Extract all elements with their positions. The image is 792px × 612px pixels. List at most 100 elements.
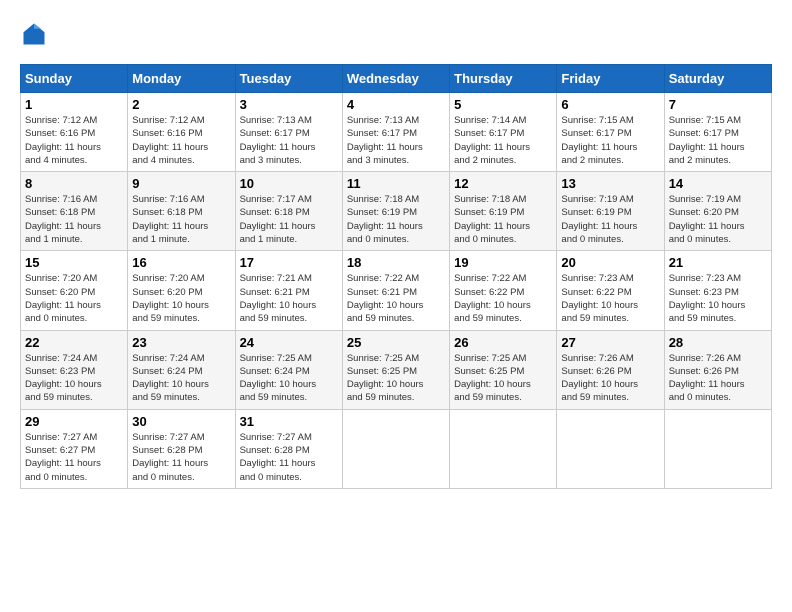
calendar-cell — [450, 409, 557, 488]
day-number: 27 — [561, 335, 659, 350]
day-number: 18 — [347, 255, 445, 270]
day-number: 19 — [454, 255, 552, 270]
calendar-cell: 23 Sunrise: 7:24 AM Sunset: 6:24 PM Dayli… — [128, 330, 235, 409]
calendar-cell — [664, 409, 771, 488]
day-info: Sunrise: 7:26 AM Sunset: 6:26 PM Dayligh… — [561, 352, 659, 405]
col-header-saturday: Saturday — [664, 65, 771, 93]
day-info: Sunrise: 7:13 AM Sunset: 6:17 PM Dayligh… — [347, 114, 445, 167]
day-info: Sunrise: 7:22 AM Sunset: 6:22 PM Dayligh… — [454, 272, 552, 325]
day-info: Sunrise: 7:15 AM Sunset: 6:17 PM Dayligh… — [669, 114, 767, 167]
calendar-cell: 14 Sunrise: 7:19 AM Sunset: 6:20 PM Dayli… — [664, 172, 771, 251]
day-info: Sunrise: 7:25 AM Sunset: 6:25 PM Dayligh… — [347, 352, 445, 405]
day-number: 29 — [25, 414, 123, 429]
col-header-sunday: Sunday — [21, 65, 128, 93]
logo — [20, 20, 52, 48]
day-info: Sunrise: 7:17 AM Sunset: 6:18 PM Dayligh… — [240, 193, 338, 246]
day-info: Sunrise: 7:19 AM Sunset: 6:20 PM Dayligh… — [669, 193, 767, 246]
day-number: 1 — [25, 97, 123, 112]
calendar-header-row: SundayMondayTuesdayWednesdayThursdayFrid… — [21, 65, 772, 93]
day-number: 22 — [25, 335, 123, 350]
day-info: Sunrise: 7:19 AM Sunset: 6:19 PM Dayligh… — [561, 193, 659, 246]
calendar-cell: 13Sunrise: 7:19 AM Sunset: 6:19 PM Dayli… — [557, 172, 664, 251]
page-header — [20, 20, 772, 48]
calendar-cell — [342, 409, 449, 488]
calendar-cell: 29Sunrise: 7:27 AM Sunset: 6:27 PM Dayli… — [21, 409, 128, 488]
calendar-cell: 6 Sunrise: 7:15 AM Sunset: 6:17 PM Daylig… — [557, 93, 664, 172]
calendar-cell: 20 Sunrise: 7:23 AM Sunset: 6:22 PM Dayli… — [557, 251, 664, 330]
day-number: 14 — [669, 176, 767, 191]
day-info: Sunrise: 7:12 AM Sunset: 6:16 PM Dayligh… — [25, 114, 123, 167]
day-info: Sunrise: 7:25 AM Sunset: 6:25 PM Dayligh… — [454, 352, 552, 405]
col-header-tuesday: Tuesday — [235, 65, 342, 93]
calendar-cell: 18 Sunrise: 7:22 AM Sunset: 6:21 PM Dayli… — [342, 251, 449, 330]
day-number: 31 — [240, 414, 338, 429]
calendar-cell: 10 Sunrise: 7:17 AM Sunset: 6:18 PM Dayli… — [235, 172, 342, 251]
col-header-wednesday: Wednesday — [342, 65, 449, 93]
day-info: Sunrise: 7:14 AM Sunset: 6:17 PM Dayligh… — [454, 114, 552, 167]
day-number: 12 — [454, 176, 552, 191]
calendar-table: SundayMondayTuesdayWednesdayThursdayFrid… — [20, 64, 772, 489]
day-number: 25 — [347, 335, 445, 350]
calendar-cell: 3 Sunrise: 7:13 AM Sunset: 6:17 PM Daylig… — [235, 93, 342, 172]
day-number: 28 — [669, 335, 767, 350]
day-number: 23 — [132, 335, 230, 350]
day-number: 9 — [132, 176, 230, 191]
calendar-cell: 19 Sunrise: 7:22 AM Sunset: 6:22 PM Dayli… — [450, 251, 557, 330]
calendar-cell: 1 Sunrise: 7:12 AM Sunset: 6:16 PM Daylig… — [21, 93, 128, 172]
day-info: Sunrise: 7:20 AM Sunset: 6:20 PM Dayligh… — [132, 272, 230, 325]
day-number: 3 — [240, 97, 338, 112]
day-number: 20 — [561, 255, 659, 270]
day-number: 10 — [240, 176, 338, 191]
day-info: Sunrise: 7:25 AM Sunset: 6:24 PM Dayligh… — [240, 352, 338, 405]
day-info: Sunrise: 7:15 AM Sunset: 6:17 PM Dayligh… — [561, 114, 659, 167]
day-info: Sunrise: 7:18 AM Sunset: 6:19 PM Dayligh… — [347, 193, 445, 246]
logo-icon — [20, 20, 48, 48]
calendar-week-row: 22 Sunrise: 7:24 AM Sunset: 6:23 PM Dayli… — [21, 330, 772, 409]
calendar-cell: 2 Sunrise: 7:12 AM Sunset: 6:16 PM Daylig… — [128, 93, 235, 172]
calendar-cell: 26 Sunrise: 7:25 AM Sunset: 6:25 PM Dayli… — [450, 330, 557, 409]
calendar-cell: 5 Sunrise: 7:14 AM Sunset: 6:17 PM Daylig… — [450, 93, 557, 172]
day-info: Sunrise: 7:26 AM Sunset: 6:26 PM Dayligh… — [669, 352, 767, 405]
day-info: Sunrise: 7:23 AM Sunset: 6:23 PM Dayligh… — [669, 272, 767, 325]
calendar-cell — [557, 409, 664, 488]
calendar-cell: 27 Sunrise: 7:26 AM Sunset: 6:26 PM Dayli… — [557, 330, 664, 409]
day-number: 11 — [347, 176, 445, 191]
calendar-week-row: 29Sunrise: 7:27 AM Sunset: 6:27 PM Dayli… — [21, 409, 772, 488]
calendar-cell: 15 Sunrise: 7:20 AM Sunset: 6:20 PM Dayli… — [21, 251, 128, 330]
day-number: 5 — [454, 97, 552, 112]
day-info: Sunrise: 7:13 AM Sunset: 6:17 PM Dayligh… — [240, 114, 338, 167]
day-number: 6 — [561, 97, 659, 112]
calendar-week-row: 1 Sunrise: 7:12 AM Sunset: 6:16 PM Daylig… — [21, 93, 772, 172]
day-number: 21 — [669, 255, 767, 270]
calendar-cell: 4Sunrise: 7:13 AM Sunset: 6:17 PM Daylig… — [342, 93, 449, 172]
day-number: 2 — [132, 97, 230, 112]
calendar-cell: 8Sunrise: 7:16 AM Sunset: 6:18 PM Daylig… — [21, 172, 128, 251]
calendar-cell: 22 Sunrise: 7:24 AM Sunset: 6:23 PM Dayli… — [21, 330, 128, 409]
day-info: Sunrise: 7:24 AM Sunset: 6:24 PM Dayligh… — [132, 352, 230, 405]
calendar-cell: 17Sunrise: 7:21 AM Sunset: 6:21 PM Dayli… — [235, 251, 342, 330]
day-number: 7 — [669, 97, 767, 112]
col-header-friday: Friday — [557, 65, 664, 93]
day-info: Sunrise: 7:20 AM Sunset: 6:20 PM Dayligh… — [25, 272, 123, 325]
day-number: 26 — [454, 335, 552, 350]
day-info: Sunrise: 7:24 AM Sunset: 6:23 PM Dayligh… — [25, 352, 123, 405]
calendar-cell: 24Sunrise: 7:25 AM Sunset: 6:24 PM Dayli… — [235, 330, 342, 409]
day-info: Sunrise: 7:16 AM Sunset: 6:18 PM Dayligh… — [25, 193, 123, 246]
day-number: 17 — [240, 255, 338, 270]
calendar-cell: 16Sunrise: 7:20 AM Sunset: 6:20 PM Dayli… — [128, 251, 235, 330]
col-header-monday: Monday — [128, 65, 235, 93]
col-header-thursday: Thursday — [450, 65, 557, 93]
day-info: Sunrise: 7:18 AM Sunset: 6:19 PM Dayligh… — [454, 193, 552, 246]
day-info: Sunrise: 7:16 AM Sunset: 6:18 PM Dayligh… — [132, 193, 230, 246]
day-info: Sunrise: 7:22 AM Sunset: 6:21 PM Dayligh… — [347, 272, 445, 325]
calendar-week-row: 8Sunrise: 7:16 AM Sunset: 6:18 PM Daylig… — [21, 172, 772, 251]
calendar-cell: 30Sunrise: 7:27 AM Sunset: 6:28 PM Dayli… — [128, 409, 235, 488]
day-number: 15 — [25, 255, 123, 270]
day-info: Sunrise: 7:12 AM Sunset: 6:16 PM Dayligh… — [132, 114, 230, 167]
day-info: Sunrise: 7:23 AM Sunset: 6:22 PM Dayligh… — [561, 272, 659, 325]
day-info: Sunrise: 7:27 AM Sunset: 6:28 PM Dayligh… — [132, 431, 230, 484]
calendar-cell: 25 Sunrise: 7:25 AM Sunset: 6:25 PM Dayli… — [342, 330, 449, 409]
calendar-cell: 28 Sunrise: 7:26 AM Sunset: 6:26 PM Dayli… — [664, 330, 771, 409]
calendar-cell: 11 Sunrise: 7:18 AM Sunset: 6:19 PM Dayli… — [342, 172, 449, 251]
calendar-week-row: 15 Sunrise: 7:20 AM Sunset: 6:20 PM Dayli… — [21, 251, 772, 330]
